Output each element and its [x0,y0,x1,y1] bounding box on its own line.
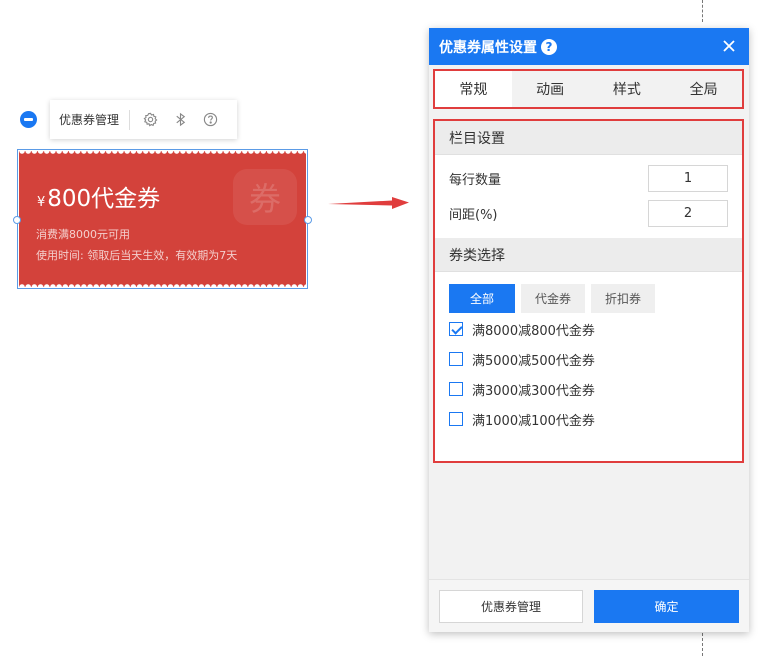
coupon-option-label: 满1000减100代金券 [472,413,595,429]
dialog-footer: 优惠券管理 确定 [429,579,749,632]
coupon-manage-button[interactable]: 优惠券管理 [439,590,583,623]
coupon-option-label: 满8000减800代金券 [472,323,595,339]
checkbox[interactable] [449,352,463,366]
coupon-module[interactable]: 券 ¥ 800代金券 消费满8000元可用 使用时间: 领取后当天生效，有效期为… [13,149,312,289]
per-row-label: 每行数量 [449,173,502,188]
filter-all-button[interactable]: 全部 [449,284,515,313]
coupon-option[interactable]: 满1000减100代金券 [435,404,742,434]
arrow-right-icon [328,197,409,209]
help-circle-icon[interactable] [202,112,218,128]
checkbox[interactable] [449,382,463,396]
coupon-condition: 消费满8000元可用 [36,228,130,241]
remove-module-button[interactable] [20,111,37,128]
resize-handle-right[interactable] [304,216,312,224]
guide-line-top [702,0,703,22]
help-icon[interactable]: ? [541,38,557,55]
coupon-title: ¥ 800代金券 [37,179,160,213]
coupon-validity: 使用时间: 领取后当天生效，有效期为7天 [36,249,238,262]
per-row-field: 每行数量 1 [435,161,742,196]
dialog-tabs: 常规 动画 样式 全局 [433,69,744,109]
gear-icon[interactable] [142,112,158,128]
stage: 优惠券管理 券 ¥ 800代金券 消费满8000元可用 使用时间: 领取后当天生… [0,0,766,656]
per-row-input[interactable]: 1 [648,165,728,192]
coupon-stamp: 券 [233,169,297,225]
coupon-settings-dialog: 优惠券属性设置 ? 常规 动画 样式 全局 栏目设置 每行数量 1 间距(%) … [429,28,749,632]
coupon-currency: ¥ [37,195,46,210]
module-toolbar: 优惠券管理 [50,100,237,139]
tab-general[interactable]: 常规 [435,71,512,107]
coupon-card[interactable]: 券 ¥ 800代金券 消费满8000元可用 使用时间: 领取后当天生效，有效期为… [19,151,306,287]
dialog-header: 优惠券属性设置 ? [429,28,749,65]
bluetooth-icon[interactable] [172,112,188,128]
coupon-amount: 800代金券 [47,186,161,212]
tab-global[interactable]: 全局 [665,71,742,107]
spacing-input[interactable]: 2 [648,200,728,227]
section-title-type: 券类选择 [435,238,742,272]
coupon-option[interactable]: 满5000减500代金券 [435,344,742,374]
coupon-option-label: 满5000减500代金券 [472,353,595,369]
close-icon[interactable] [721,38,737,54]
settings-content: 栏目设置 每行数量 1 间距(%) 2 券类选择 全部 代金券 折扣券 满800… [433,119,744,463]
coupon-option[interactable]: 满8000减800代金券 [435,314,742,344]
dialog-title: 优惠券属性设置 [439,39,537,56]
filter-discount-button[interactable]: 折扣券 [591,284,656,313]
confirm-button[interactable]: 确定 [594,590,739,623]
toolbar-divider [129,109,131,130]
coupon-edge-bottom [19,281,306,287]
coupon-option-label: 满3000减300代金券 [472,383,595,399]
type-filter: 全部 代金券 折扣券 [435,272,742,313]
coupon-edge-top [19,151,306,157]
resize-handle-left[interactable] [13,216,21,224]
coupon-manage-link[interactable]: 优惠券管理 [59,111,119,128]
tab-style[interactable]: 样式 [589,71,666,107]
guide-line-bottom [702,628,703,656]
checkbox[interactable] [449,322,463,336]
tab-animation[interactable]: 动画 [512,71,589,107]
spacing-label: 间距(%) [449,208,498,223]
section-title-column: 栏目设置 [435,121,742,155]
checkbox[interactable] [449,412,463,426]
filter-cash-button[interactable]: 代金券 [521,284,586,313]
spacing-field: 间距(%) 2 [435,196,742,231]
coupon-option[interactable]: 满3000减300代金券 [435,374,742,404]
